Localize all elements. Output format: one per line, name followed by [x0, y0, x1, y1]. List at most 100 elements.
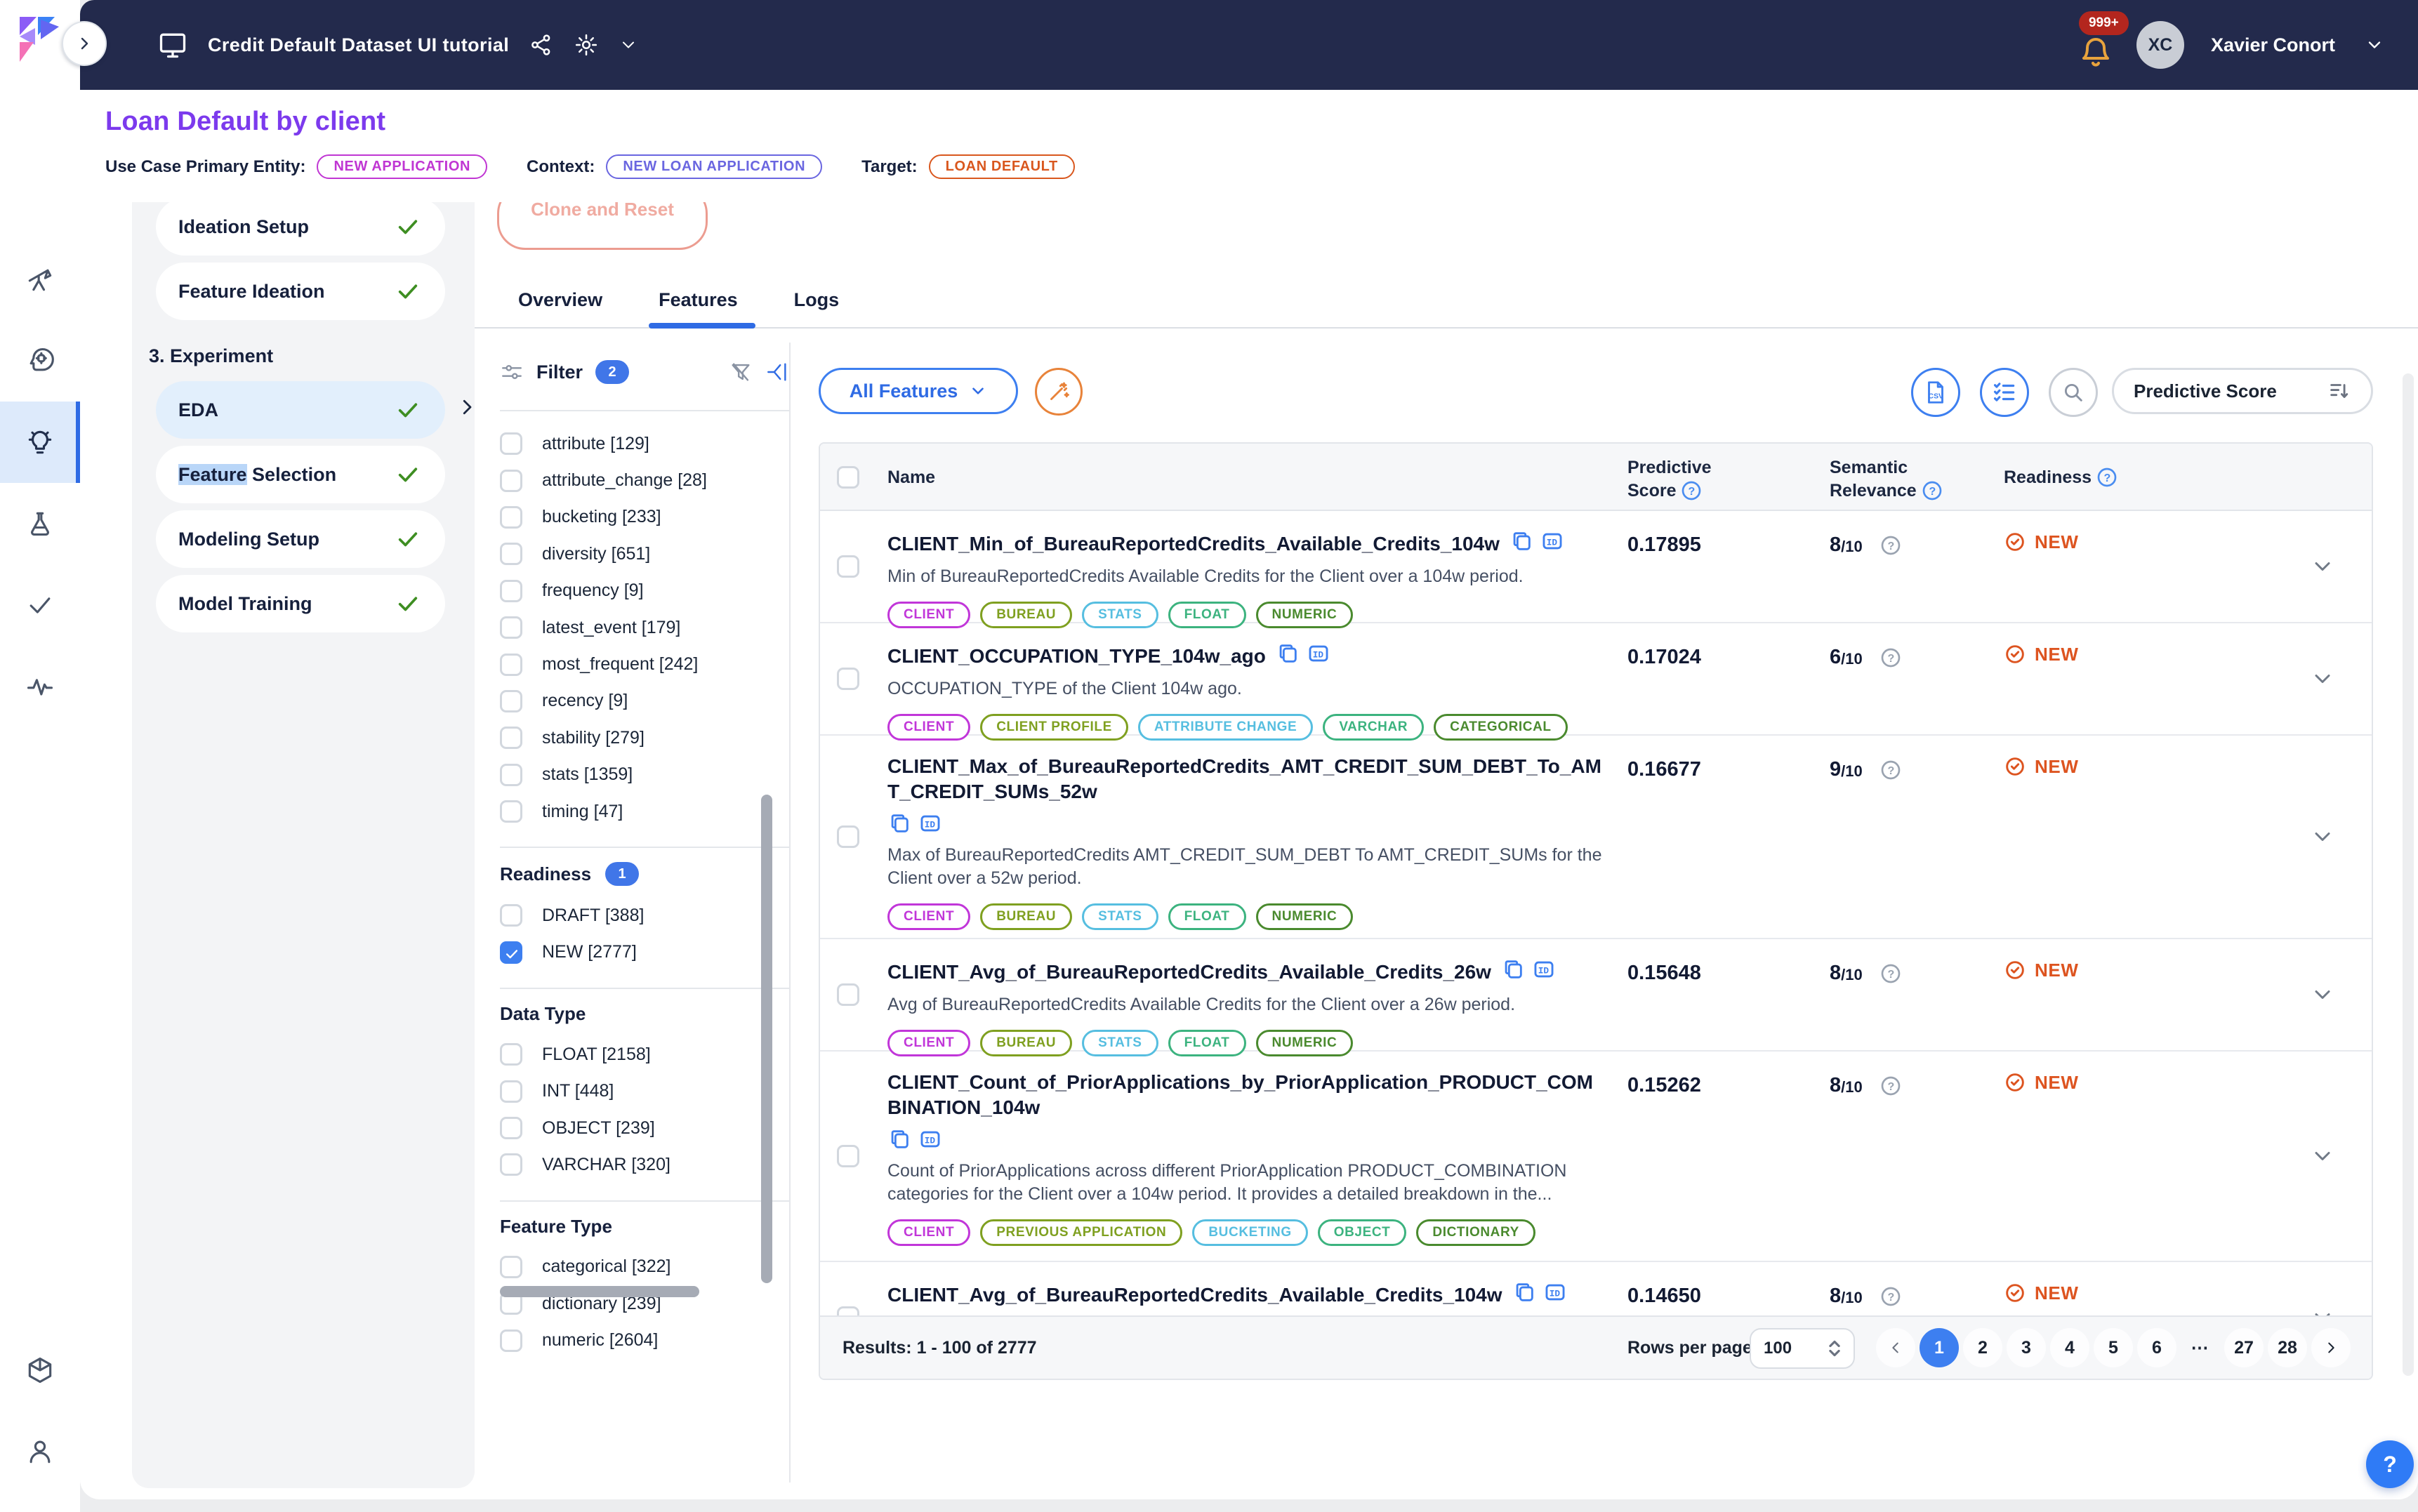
- id-icon[interactable]: ID: [1540, 529, 1564, 553]
- tab-features[interactable]: Features: [659, 289, 738, 328]
- download-csv-button[interactable]: CSV: [1911, 368, 1960, 417]
- magic-wand-button[interactable]: [1035, 368, 1083, 416]
- notifications-button[interactable]: 999+: [2076, 17, 2118, 73]
- pager-page-6[interactable]: 6: [2137, 1328, 2176, 1367]
- expand-row-chevron[interactable]: [2310, 554, 2335, 579]
- nav-item-modeling-setup[interactable]: Modeling Setup: [156, 510, 445, 568]
- pager-prev[interactable]: [1876, 1328, 1915, 1367]
- expand-row-chevron[interactable]: [2310, 666, 2335, 691]
- row-checkbox[interactable]: [837, 668, 859, 690]
- rows-per-page-input[interactable]: 100: [1750, 1328, 1855, 1369]
- expand-row-chevron[interactable]: [2310, 824, 2335, 849]
- expand-row-chevron[interactable]: [2310, 982, 2335, 1007]
- person-icon[interactable]: [0, 1411, 80, 1492]
- pulse-icon[interactable]: [0, 646, 80, 727]
- gear-icon[interactable]: [574, 32, 599, 58]
- filter-checkbox[interactable]: [500, 764, 522, 786]
- filter-checkbox[interactable]: [500, 1043, 522, 1066]
- pager-page-2[interactable]: 2: [1963, 1328, 2002, 1367]
- pager-next[interactable]: [2311, 1328, 2351, 1367]
- collapse-sidebar-button[interactable]: [62, 21, 107, 66]
- lightbulb-icon[interactable]: [0, 402, 80, 483]
- filter-checkbox[interactable]: [500, 432, 522, 455]
- help-circle-icon[interactable]: ?: [2096, 466, 2118, 489]
- filter-checkbox[interactable]: [500, 654, 522, 676]
- filter-checkbox[interactable]: [500, 1153, 522, 1176]
- page-scrollbar[interactable]: [2403, 373, 2414, 1376]
- id-icon[interactable]: ID: [1543, 1280, 1567, 1304]
- filter-checkbox[interactable]: [500, 941, 522, 964]
- row-checkbox[interactable]: [837, 983, 859, 1006]
- pager-page-3[interactable]: 3: [2007, 1328, 2046, 1367]
- filter-checkbox[interactable]: [500, 690, 522, 712]
- nav-item-feature-ideation[interactable]: Feature Ideation: [156, 263, 445, 320]
- avatar[interactable]: XC: [2136, 21, 2184, 69]
- feature-name[interactable]: CLIENT_Count_of_PriorApplications_by_Pri…: [887, 1070, 1606, 1120]
- clone-and-reset-button[interactable]: Clone and Reset: [497, 202, 708, 250]
- copy-icon[interactable]: [1509, 529, 1533, 553]
- check-icon[interactable]: [0, 564, 80, 646]
- id-icon[interactable]: ID: [1307, 642, 1330, 665]
- help-circle-icon[interactable]: ?: [1921, 479, 1943, 502]
- nav-expand-chevron-icon[interactable]: [456, 397, 475, 419]
- filter-checkbox[interactable]: [500, 1117, 522, 1139]
- filter-checkbox[interactable]: [500, 727, 522, 749]
- filter-checkbox[interactable]: [500, 543, 522, 565]
- feature-list-button[interactable]: [1980, 368, 2029, 417]
- help-button[interactable]: ?: [2366, 1440, 2414, 1488]
- filter-checkbox[interactable]: [500, 506, 522, 529]
- tab-overview[interactable]: Overview: [518, 289, 602, 328]
- column-readiness[interactable]: Readiness?: [2004, 466, 2118, 489]
- help-circle-icon[interactable]: ?: [1680, 479, 1703, 502]
- column-semantic-relevance[interactable]: Semantic Relevance?: [1830, 456, 1956, 502]
- cube-icon[interactable]: [0, 1329, 80, 1411]
- feature-name[interactable]: CLIENT_OCCUPATION_TYPE_104w_agoID: [887, 642, 1606, 669]
- pager-page-1[interactable]: 1: [1920, 1328, 1959, 1367]
- copy-icon[interactable]: [887, 811, 911, 835]
- feature-name[interactable]: CLIENT_Max_of_BureauReportedCredits_AMT_…: [887, 754, 1606, 804]
- select-all-checkbox[interactable]: [837, 466, 859, 489]
- project-title[interactable]: Credit Default Dataset UI tutorial: [208, 34, 509, 56]
- tab-logs[interactable]: Logs: [794, 289, 840, 328]
- filter-horizontal-scrollbar[interactable]: [500, 1286, 699, 1297]
- feature-name[interactable]: CLIENT_Min_of_BureauReportedCredits_Avai…: [887, 529, 1606, 557]
- flask-icon[interactable]: [0, 483, 80, 564]
- row-checkbox[interactable]: [837, 825, 859, 848]
- copy-icon[interactable]: [1512, 1280, 1536, 1304]
- filter-checkbox[interactable]: [500, 1256, 522, 1278]
- search-button[interactable]: [2049, 368, 2098, 417]
- chevron-down-icon[interactable]: [619, 35, 638, 55]
- expand-row-chevron[interactable]: [2310, 1143, 2335, 1169]
- filter-checkbox[interactable]: [500, 904, 522, 927]
- pager-page-5[interactable]: 5: [2094, 1328, 2133, 1367]
- collapse-panel-icon[interactable]: [765, 360, 789, 384]
- filter-checkbox[interactable]: [500, 616, 522, 639]
- share-icon[interactable]: [529, 32, 554, 58]
- column-name[interactable]: Name: [887, 466, 935, 489]
- filter-checkbox[interactable]: [500, 1080, 522, 1103]
- nav-item-model-training[interactable]: Model Training: [156, 575, 445, 632]
- pager-page-27[interactable]: 27: [2224, 1328, 2264, 1367]
- filter-checkbox[interactable]: [500, 1329, 522, 1352]
- filter-checkbox[interactable]: [500, 800, 522, 823]
- feature-name[interactable]: CLIENT_Avg_of_BureauReportedCredits_Avai…: [887, 957, 1606, 985]
- all-features-dropdown[interactable]: All Features: [819, 368, 1018, 414]
- telescope-icon[interactable]: [0, 239, 80, 320]
- stepper-icon[interactable]: [1828, 1339, 1841, 1358]
- filter-checkbox[interactable]: [500, 580, 522, 602]
- copy-icon[interactable]: [1276, 642, 1300, 665]
- nav-item-feature-selection[interactable]: Feature Selection: [156, 446, 445, 503]
- user-menu-chevron-icon[interactable]: [2365, 35, 2384, 55]
- filter-checkbox[interactable]: [500, 470, 522, 492]
- filter-vertical-scrollbar[interactable]: [761, 795, 772, 1283]
- id-icon[interactable]: ID: [1532, 957, 1556, 981]
- column-predictive-score[interactable]: Predictive Score?: [1627, 456, 1748, 502]
- filter-clear-icon[interactable]: [729, 360, 753, 384]
- id-icon[interactable]: ID: [918, 1127, 942, 1151]
- id-icon[interactable]: ID: [918, 811, 942, 835]
- logo-mark[interactable]: [13, 13, 66, 66]
- row-checkbox[interactable]: [837, 1145, 859, 1167]
- sort-dropdown[interactable]: Predictive Score: [2112, 368, 2373, 414]
- pager-page-28[interactable]: 28: [2268, 1328, 2307, 1367]
- copy-icon[interactable]: [1501, 957, 1525, 981]
